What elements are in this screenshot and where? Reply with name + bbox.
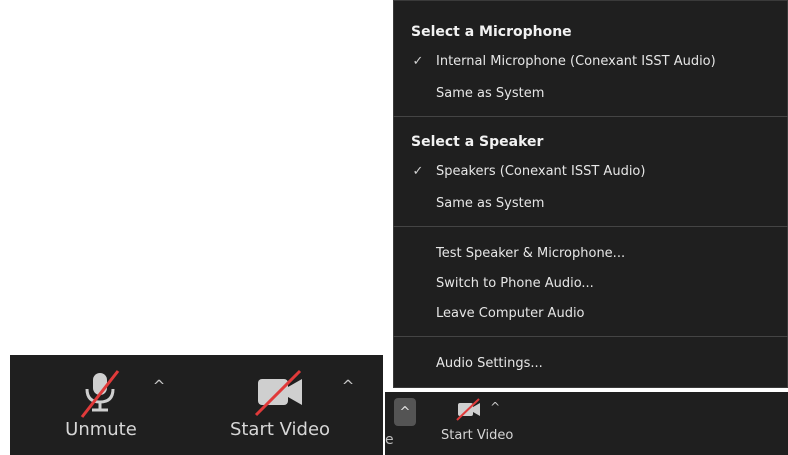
video-camera-off-icon (250, 369, 310, 417)
chevron-up-icon: ^ (399, 404, 411, 420)
start-video-button-small[interactable]: ^ Start Video (441, 398, 513, 443)
unmute-label: Unmute (65, 419, 137, 440)
microphone-muted-icon (74, 369, 128, 418)
video-camera-off-icon (456, 398, 481, 421)
checkmark-icon: ✓ (412, 163, 424, 179)
menu-item-leave-computer-audio[interactable]: Leave Computer Audio (393, 299, 788, 327)
meeting-toolbar-small: e ^ ^ Start Video (385, 392, 788, 455)
menu-item-test-speaker-microphone[interactable]: Test Speaker & Microphone... (393, 239, 788, 267)
start-video-button[interactable]: Start Video (215, 355, 345, 455)
start-video-label-small: Start Video (441, 428, 514, 443)
unmute-button[interactable]: Unmute (56, 355, 146, 455)
start-video-label: Start Video (229, 419, 331, 440)
audio-options-caret-button-active[interactable]: ^ (394, 398, 416, 426)
menu-divider (393, 116, 788, 117)
select-speaker-heading: Select a Speaker (411, 134, 544, 150)
audio-options-caret-button[interactable]: ^ (148, 375, 170, 397)
select-microphone-heading: Select a Microphone (411, 24, 572, 40)
video-options-caret-button[interactable]: ^ (337, 375, 359, 397)
menu-item-audio-settings[interactable]: Audio Settings... (393, 349, 788, 377)
chevron-up-icon: ^ (152, 377, 166, 395)
menu-item-speaker-same-as-system[interactable]: Same as System (393, 189, 788, 217)
audio-options-menu: Select a Microphone ✓ Internal Microphon… (393, 0, 788, 388)
menu-item-switch-to-phone-audio[interactable]: Switch to Phone Audio... (393, 269, 788, 297)
menu-divider (393, 336, 788, 337)
partial-label: e (385, 432, 394, 448)
video-options-caret-button-small[interactable]: ^ (490, 400, 500, 414)
meeting-toolbar-large: Unmute ^ Start Video ^ (10, 355, 383, 455)
menu-item-speakers[interactable]: ✓ Speakers (Conexant ISST Audio) (393, 157, 788, 185)
chevron-up-icon: ^ (341, 377, 355, 395)
checkmark-icon: ✓ (412, 53, 424, 69)
menu-item-mic-same-as-system[interactable]: Same as System (393, 79, 788, 107)
menu-divider (393, 226, 788, 227)
menu-item-internal-microphone[interactable]: ✓ Internal Microphone (Conexant ISST Aud… (393, 47, 788, 75)
